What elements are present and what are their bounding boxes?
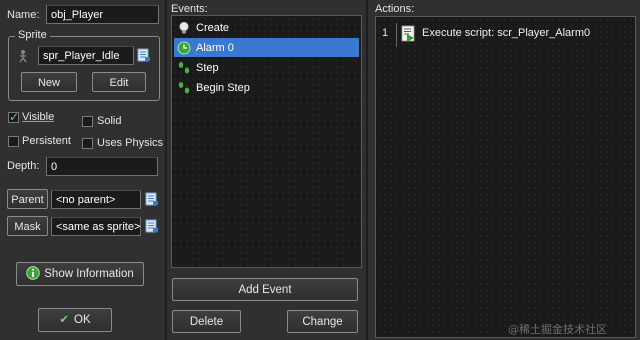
checkmark-icon: ✓: [9, 110, 20, 124]
watermark: @稀土掘金技术社区: [508, 323, 607, 336]
depth-label: Depth:: [7, 160, 40, 172]
footsteps-icon: [178, 81, 190, 93]
name-input[interactable]: obj_Player: [46, 5, 159, 24]
edit-sprite-button[interactable]: Edit: [92, 72, 146, 92]
sprite-figure-icon: [19, 50, 27, 63]
action-index-divider: [396, 23, 397, 47]
parent-button[interactable]: Parent: [7, 189, 48, 209]
uses-physics-checkbox[interactable]: [82, 138, 93, 149]
lightbulb-icon: [179, 21, 189, 33]
sprite-menu-icon[interactable]: [137, 48, 151, 62]
action-row[interactable]: 1 Execute script: scr_Player_Alarm0: [376, 21, 635, 47]
change-event-button[interactable]: Change: [287, 310, 358, 333]
properties-panel: Name: obj_Player Sprite spr_Player_Idle …: [0, 0, 165, 340]
actions-header: Actions:: [375, 3, 415, 15]
visible-label: Visible: [22, 111, 55, 123]
uses-physics-label: Uses Physics: [97, 137, 164, 149]
new-sprite-button[interactable]: New: [21, 72, 77, 92]
action-index: 1: [382, 27, 389, 39]
parent-input[interactable]: <no parent>: [51, 190, 141, 209]
actions-panel: Actions: 1 Execute script: scr_Player_Al…: [368, 0, 640, 340]
mask-menu-icon[interactable]: [145, 219, 159, 233]
footsteps-icon: [178, 61, 190, 73]
event-item-create[interactable]: Create: [174, 18, 359, 37]
name-label: Name:: [7, 9, 40, 21]
event-item-begin-step[interactable]: Begin Step: [174, 78, 359, 97]
ok-button[interactable]: ✔ OK: [38, 308, 112, 332]
depth-input[interactable]: 0: [46, 157, 158, 176]
solid-label: Solid: [97, 115, 122, 127]
events-panel: Events: Create Alarm 0 Step Begin Step A…: [167, 0, 366, 340]
action-label: Execute script: scr_Player_Alarm0: [422, 27, 591, 39]
persistent-checkbox[interactable]: [8, 136, 19, 147]
ok-check-icon: ✔: [59, 314, 69, 326]
add-event-button[interactable]: Add Event: [172, 278, 358, 301]
info-icon: [26, 266, 40, 280]
sprite-group-label: Sprite: [15, 29, 50, 41]
events-header: Events:: [171, 3, 208, 15]
visible-checkbox[interactable]: ✓: [8, 110, 20, 124]
ok-label: OK: [74, 314, 91, 326]
solid-checkbox[interactable]: [82, 116, 93, 127]
delete-event-button[interactable]: Delete: [172, 310, 241, 333]
mask-button[interactable]: Mask: [7, 216, 48, 236]
persistent-label: Persistent: [22, 135, 71, 147]
event-label: Alarm 0: [196, 41, 234, 54]
clock-icon: [177, 41, 191, 54]
show-information-button[interactable]: Show Information: [16, 262, 144, 286]
event-label: Create: [196, 21, 230, 34]
show-information-label: Show Information: [44, 268, 134, 280]
event-label: Step: [196, 61, 219, 74]
events-list[interactable]: Create Alarm 0 Step Begin Step: [171, 15, 362, 268]
script-icon: [401, 25, 415, 42]
mask-input[interactable]: <same as sprite>: [51, 217, 141, 236]
sprite-input[interactable]: spr_Player_Idle: [38, 46, 134, 65]
event-item-alarm-0[interactable]: Alarm 0: [174, 38, 359, 57]
parent-menu-icon[interactable]: [145, 192, 159, 206]
actions-list[interactable]: 1 Execute script: scr_Player_Alarm0: [375, 16, 636, 338]
event-label: Begin Step: [196, 81, 250, 94]
event-item-step[interactable]: Step: [174, 58, 359, 77]
